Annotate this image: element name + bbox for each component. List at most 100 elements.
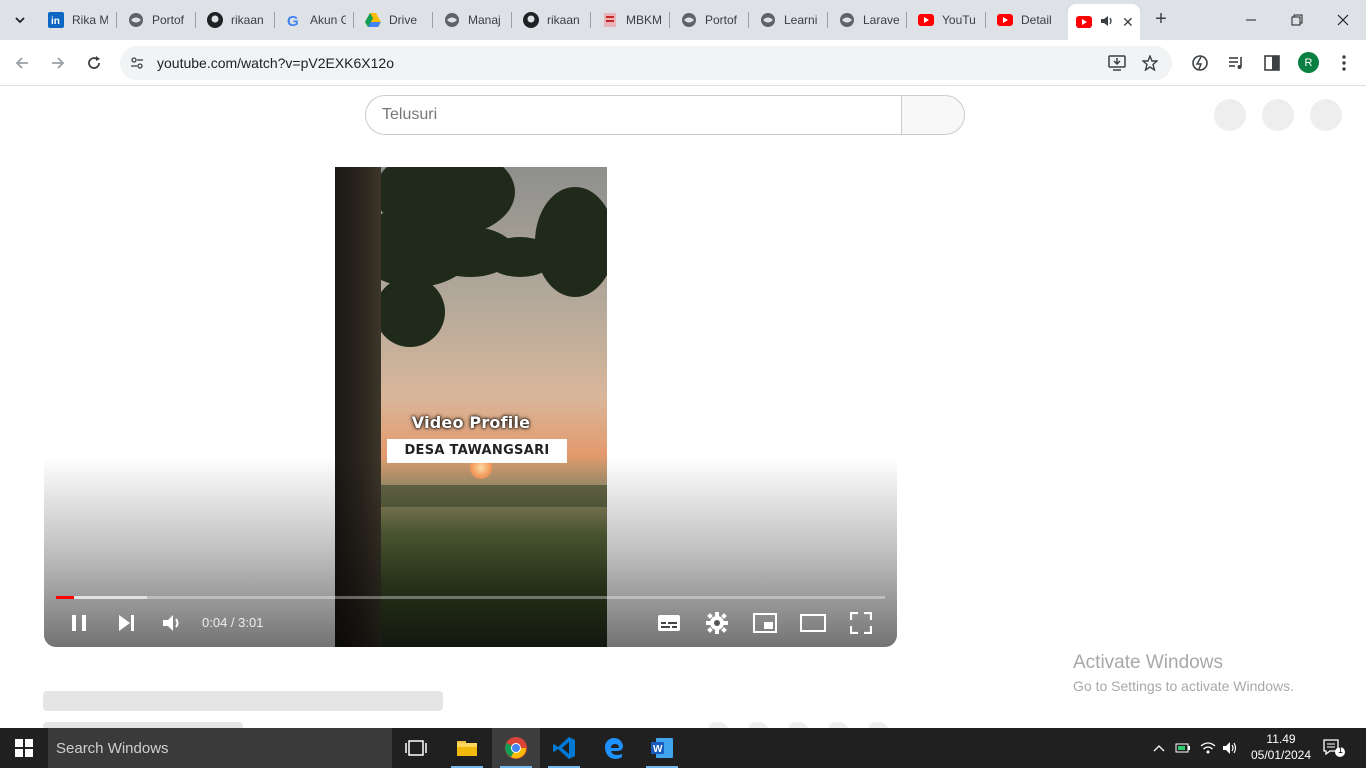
task-view-button[interactable] bbox=[392, 728, 440, 768]
clock-time: 11.49 bbox=[1266, 732, 1296, 746]
globe-icon bbox=[128, 12, 144, 28]
tab-drive[interactable]: Drive bbox=[365, 6, 425, 34]
url-text[interactable]: youtube.com/watch?v=pV2EXK6X12o bbox=[157, 55, 394, 71]
minimize-icon bbox=[1246, 19, 1256, 21]
tab-label: Portof bbox=[705, 13, 738, 27]
bookmark-star-icon[interactable] bbox=[1141, 54, 1159, 72]
tab-label: Akun G bbox=[310, 13, 346, 27]
tab-active-youtube[interactable]: ✕ bbox=[1068, 4, 1140, 40]
tab-youtube-detail[interactable]: Detail bbox=[997, 6, 1057, 34]
tab-portofolio[interactable]: Portof bbox=[128, 6, 188, 34]
header-icon-placeholder[interactable] bbox=[1262, 99, 1294, 131]
chrome-button[interactable] bbox=[492, 728, 540, 768]
folder-icon bbox=[457, 741, 477, 756]
search-input[interactable] bbox=[382, 104, 882, 126]
tab-label: Detail bbox=[1021, 13, 1052, 27]
progress-bar[interactable] bbox=[56, 596, 885, 599]
arrow-right-icon bbox=[52, 57, 65, 69]
mbkm-icon bbox=[602, 12, 618, 28]
vscode-button[interactable] bbox=[540, 728, 588, 768]
tab-manajemen[interactable]: Manaj bbox=[444, 6, 504, 34]
windows-taskbar: Search Windows W 11.49 05/01/2024 1 bbox=[0, 728, 1366, 768]
chevron-up-icon[interactable] bbox=[1151, 740, 1167, 756]
video-overlay-title: Video Profile bbox=[411, 413, 531, 432]
install-app-icon[interactable] bbox=[1108, 54, 1126, 72]
battery-icon[interactable] bbox=[1175, 740, 1191, 756]
tab-label: Manaj bbox=[468, 13, 501, 27]
linkedin-icon: in bbox=[48, 12, 64, 28]
watermark-subtitle: Go to Settings to activate Windows. bbox=[1073, 678, 1294, 694]
volume-button[interactable] bbox=[159, 609, 187, 637]
tab-laravel[interactable]: Larave bbox=[839, 6, 899, 34]
next-button[interactable] bbox=[112, 609, 140, 637]
treeline bbox=[381, 485, 607, 507]
tab-youtube[interactable]: YouTu bbox=[918, 6, 978, 34]
tab-linkedin[interactable]: in Rika M bbox=[48, 6, 108, 34]
wifi-icon[interactable] bbox=[1200, 740, 1216, 756]
browser-toolbar: youtube.com/watch?v=pV2EXK6X12o R bbox=[0, 40, 1366, 86]
word-button[interactable]: W bbox=[638, 728, 686, 768]
restore-button[interactable] bbox=[1287, 10, 1307, 30]
theater-mode-button[interactable] bbox=[799, 609, 827, 637]
taskbar-search[interactable]: Search Windows bbox=[48, 728, 392, 768]
taskbar-clock[interactable]: 11.49 05/01/2024 bbox=[1247, 731, 1315, 763]
settings-button[interactable] bbox=[703, 609, 731, 637]
tab-strip: in Rika M Portof rikaan G Akun G Drive M… bbox=[0, 0, 1366, 40]
close-window-button[interactable] bbox=[1333, 10, 1353, 30]
tab-label: rikaan bbox=[231, 13, 264, 27]
profile-avatar[interactable]: R bbox=[1298, 52, 1319, 73]
subtitles-icon bbox=[658, 615, 680, 631]
volume-tray-icon[interactable] bbox=[1222, 740, 1238, 756]
progress-played bbox=[56, 596, 75, 599]
forward-button[interactable] bbox=[46, 51, 70, 75]
kebab-menu-icon[interactable] bbox=[1333, 52, 1355, 74]
fullscreen-button[interactable] bbox=[847, 609, 875, 637]
search-button[interactable] bbox=[901, 95, 965, 135]
skip-next-icon bbox=[119, 615, 134, 631]
tab-label: Drive bbox=[389, 13, 418, 27]
tab-mbkm[interactable]: MBKM bbox=[602, 6, 662, 34]
start-button[interactable] bbox=[0, 728, 48, 768]
site-settings-icon[interactable] bbox=[128, 54, 146, 72]
chevron-down-icon bbox=[15, 17, 25, 24]
back-button[interactable] bbox=[10, 51, 34, 75]
notification-center-button[interactable]: 1 bbox=[1322, 738, 1346, 758]
tab-label: YouTu bbox=[942, 13, 976, 27]
video-title-placeholder bbox=[43, 691, 443, 711]
activate-windows-watermark: Activate Windows Go to Settings to activ… bbox=[1073, 652, 1294, 694]
minimize-button[interactable] bbox=[1241, 10, 1261, 30]
pause-button[interactable] bbox=[65, 609, 93, 637]
tab-github[interactable]: rikaan bbox=[207, 6, 267, 34]
youtube-search-box bbox=[365, 95, 902, 135]
close-icon bbox=[1337, 14, 1349, 26]
tab-search-button[interactable] bbox=[8, 8, 32, 32]
tab-label: MBKM bbox=[626, 13, 662, 27]
tab-label: Portof bbox=[152, 13, 185, 27]
side-panel-icon[interactable] bbox=[1261, 52, 1283, 74]
fullscreen-icon bbox=[850, 612, 872, 634]
close-tab-icon[interactable]: ✕ bbox=[1122, 14, 1134, 31]
miniplayer-button[interactable] bbox=[751, 609, 779, 637]
tab-google-account[interactable]: G Akun G bbox=[286, 6, 346, 34]
video-player[interactable]: Video Profile DESA TAWANGSARI 0:04 / 3:0… bbox=[44, 167, 897, 647]
header-icon-placeholder[interactable] bbox=[1310, 99, 1342, 131]
speaker-icon[interactable] bbox=[1100, 15, 1114, 30]
edge-button[interactable] bbox=[590, 728, 638, 768]
edge-icon bbox=[604, 737, 623, 759]
new-tab-button[interactable]: + bbox=[1150, 9, 1172, 31]
tab-label: Learni bbox=[784, 13, 818, 27]
windows-logo-icon bbox=[15, 739, 33, 757]
tab-portofolio-2[interactable]: Portof bbox=[681, 6, 741, 34]
vscode-icon bbox=[553, 737, 575, 759]
google-icon: G bbox=[286, 12, 302, 28]
extension-icon[interactable] bbox=[1189, 52, 1211, 74]
address-bar[interactable]: youtube.com/watch?v=pV2EXK6X12o bbox=[120, 46, 1172, 80]
header-icon-placeholder[interactable] bbox=[1214, 99, 1246, 131]
media-control-icon[interactable] bbox=[1225, 52, 1247, 74]
notification-count: 1 bbox=[1337, 745, 1343, 755]
reload-button[interactable] bbox=[82, 51, 106, 75]
tab-github-2[interactable]: rikaan bbox=[523, 6, 583, 34]
subtitles-button[interactable] bbox=[655, 609, 683, 637]
file-explorer-button[interactable] bbox=[443, 728, 491, 768]
tab-learning[interactable]: Learni bbox=[760, 6, 820, 34]
